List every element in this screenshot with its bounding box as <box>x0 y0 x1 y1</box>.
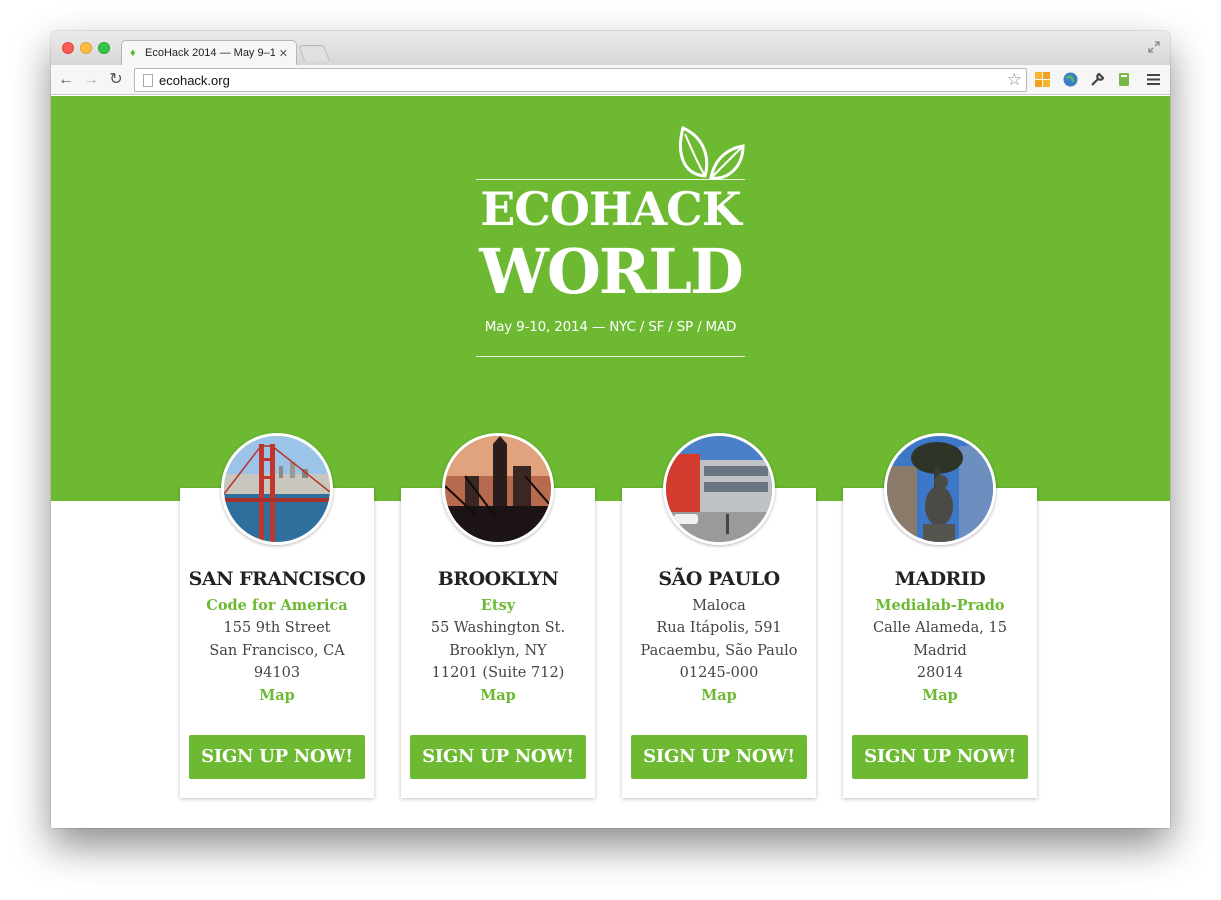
map-link[interactable]: Map <box>843 685 1037 707</box>
address-line: 94103 <box>253 665 301 682</box>
leaf-favicon-icon: ♦ <box>130 47 136 59</box>
venue-link[interactable]: Etsy <box>401 595 595 617</box>
venue-link[interactable]: Code for America <box>180 595 374 617</box>
brooklyn-bridge-photo <box>442 433 554 545</box>
address-bar[interactable]: ecohack.org ☆ <box>134 68 1027 92</box>
back-arrow-icon[interactable]: ← <box>57 71 75 89</box>
address-line: Calle Alameda, 15 <box>873 620 1007 637</box>
address-line: Madrid <box>913 642 967 659</box>
city-name: SÃO PAULO <box>658 568 780 590</box>
minimize-window-button[interactable] <box>80 42 92 54</box>
address-line: 01245-000 <box>679 665 759 682</box>
address-line: San Francisco, CA <box>209 642 345 659</box>
address-line: Pacaembu, São Paulo <box>640 642 798 659</box>
city-name: BROOKLYN <box>437 568 559 590</box>
hero-title-world: WORLD <box>479 235 744 308</box>
tab-ecohack[interactable]: ♦ EcoHack 2014 — May 9–10 ✕ <box>121 40 297 65</box>
leaves-logo-icon <box>679 125 745 180</box>
page-icon <box>143 74 153 87</box>
address-line: 55 Washington St. <box>430 620 566 637</box>
menu-hamburger-icon[interactable] <box>1145 71 1162 88</box>
extension-evernote-icon[interactable] <box>1116 71 1133 88</box>
hero-banner: ECOHACK WORLD May 9-10, 2014 — NYC / SF … <box>51 96 1170 501</box>
browser-toolbar: ← → ↻ ecohack.org ☆ <box>51 65 1170 95</box>
address-line: 28014 <box>916 665 964 682</box>
browser-window: ♦ EcoHack 2014 — May 9–10 ✕ ← → ↻ ecohac… <box>51 31 1170 828</box>
golden-gate-bridge-photo <box>221 433 333 545</box>
map-link[interactable]: Map <box>622 685 816 707</box>
hero-top-rule <box>476 179 745 180</box>
zoom-window-button[interactable] <box>98 42 110 54</box>
signup-button[interactable]: SIGN UP NOW! <box>631 735 807 779</box>
maloca-building-photo <box>663 433 775 545</box>
city-name: MADRID <box>894 568 986 590</box>
extension-cubes-icon[interactable] <box>1034 71 1051 88</box>
tab-close-icon[interactable]: ✕ <box>279 47 288 60</box>
forward-arrow-icon[interactable]: → <box>82 71 100 89</box>
address-line: Rua Itápolis, 591 <box>656 620 782 637</box>
title-bar: ♦ EcoHack 2014 — May 9–10 ✕ <box>51 31 1170 65</box>
venue-name: Maloca <box>692 598 746 614</box>
hero-bottom-rule <box>476 356 745 357</box>
extension-wrench-icon[interactable] <box>1089 71 1106 88</box>
address-line: Brooklyn, NY <box>449 642 547 659</box>
fullscreen-icon[interactable] <box>1148 41 1160 53</box>
extension-globe-icon[interactable] <box>1062 71 1079 88</box>
reload-icon[interactable]: ↻ <box>107 71 125 89</box>
bookmark-star-icon[interactable]: ☆ <box>1007 70 1022 90</box>
address-line: 11201 (Suite 712) <box>431 665 565 682</box>
city-name: SAN FRANCISCO <box>188 568 366 590</box>
address-line: 155 9th Street <box>223 620 331 637</box>
close-window-button[interactable] <box>62 42 74 54</box>
signup-button[interactable]: SIGN UP NOW! <box>189 735 365 779</box>
url-text[interactable]: ecohack.org <box>159 73 230 88</box>
hero-subtitle: May 9-10, 2014 — NYC / SF / SP / MAD <box>484 319 737 335</box>
signup-button[interactable]: SIGN UP NOW! <box>852 735 1028 779</box>
map-link[interactable]: Map <box>180 685 374 707</box>
signup-button[interactable]: SIGN UP NOW! <box>410 735 586 779</box>
new-tab-button[interactable] <box>298 45 330 61</box>
bear-statue-madrid-photo <box>884 433 996 545</box>
tab-title: EcoHack 2014 — May 9–10 <box>145 47 275 59</box>
hero-title-ecohack: ECOHACK <box>480 182 742 236</box>
map-link[interactable]: Map <box>401 685 595 707</box>
venue-link[interactable]: Medialab-Prado <box>843 595 1037 617</box>
